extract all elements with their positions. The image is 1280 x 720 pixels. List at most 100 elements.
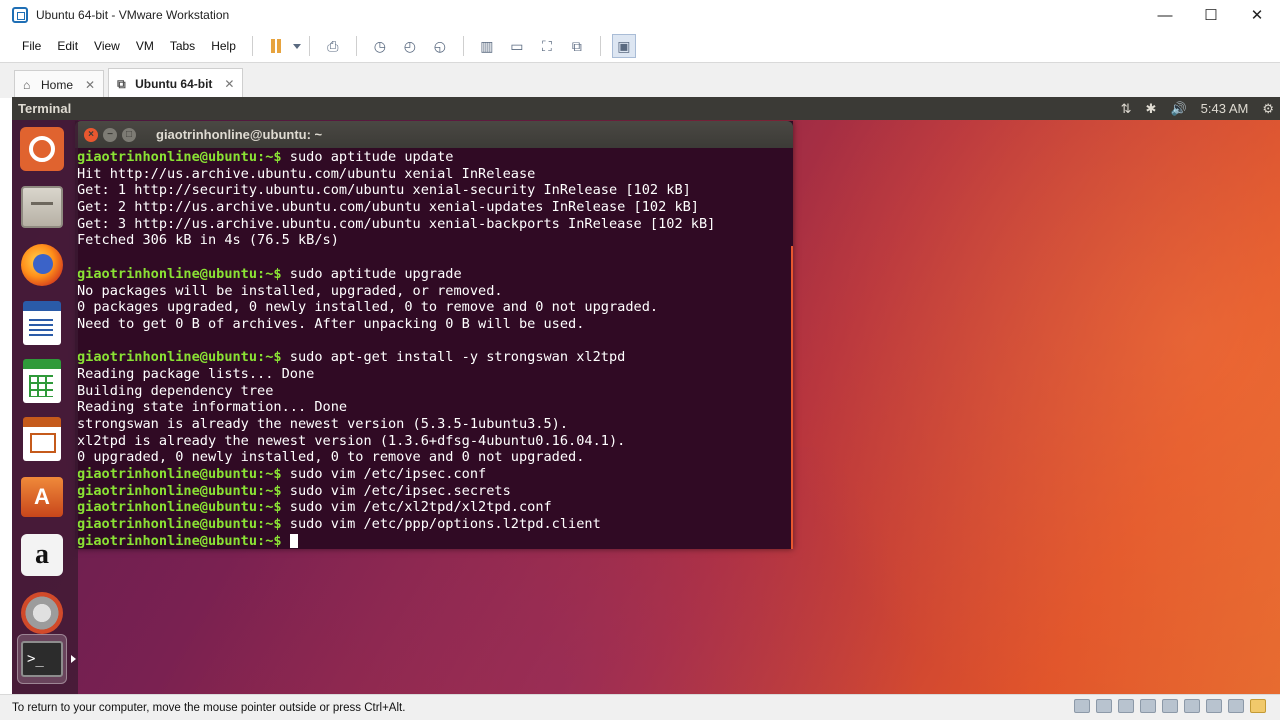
launcher-software[interactable]: A	[17, 472, 67, 522]
thumbnail-bar-button[interactable]: ▭	[505, 34, 529, 58]
shell-prompt: giaotrinhonline@ubuntu:~$	[77, 499, 282, 516]
panel-clock[interactable]: 5:43 AM	[1201, 101, 1249, 116]
libreoffice-impress-icon	[23, 417, 61, 461]
snapshot-manager-button[interactable]: ◵	[428, 34, 452, 58]
shell-command: sudo vim /etc/ppp/options.l2tpd.client	[281, 516, 601, 533]
status-hint: To return to your computer, move the mou…	[12, 701, 406, 714]
command-output: Fetched 306 kB in 4s (76.5 kB/s)	[77, 232, 339, 249]
terminal-line: 0 packages upgraded, 0 newly installed, …	[77, 299, 791, 316]
ubuntu-top-panel: Terminal ⇅ ✱ 🔊 5:43 AM ⚙	[12, 97, 1280, 120]
system-settings-icon	[21, 592, 63, 634]
tab-home-label: Home	[41, 77, 74, 92]
shell-prompt: giaotrinhonline@ubuntu:~$	[77, 349, 282, 366]
command-output: Need to get 0 B of archives. After unpac…	[77, 315, 585, 332]
menu-help[interactable]: Help	[203, 39, 244, 53]
snapshot-button[interactable]: ◷	[368, 34, 392, 58]
power-dropdown-icon[interactable]	[292, 43, 301, 49]
system-gear-icon[interactable]: ⚙	[1262, 101, 1274, 117]
usb-icon[interactable]	[1162, 699, 1178, 713]
shell-prompt: giaotrinhonline@ubuntu:~$	[77, 516, 282, 533]
library-button[interactable]: ▥	[475, 34, 499, 58]
hard-disk-icon[interactable]	[1074, 699, 1090, 713]
display-icon[interactable]	[1228, 699, 1244, 713]
minimize-button[interactable]: —	[1142, 0, 1188, 30]
power-pause-button[interactable]	[264, 34, 288, 58]
libreoffice-writer-icon	[23, 301, 61, 345]
terminal-line: Building dependency tree	[77, 383, 791, 400]
amazon-icon: a	[21, 534, 63, 576]
terminal-close-button[interactable]: ×	[84, 127, 98, 142]
libreoffice-calc-icon	[23, 359, 61, 403]
launcher-files[interactable]	[17, 182, 67, 232]
message-log-icon[interactable]	[1250, 699, 1266, 713]
command-output: Building dependency tree	[77, 382, 274, 399]
command-output: Get: 1 http://security.ubuntu.com/ubuntu…	[77, 182, 691, 199]
command-output: Reading state information... Done	[77, 399, 348, 416]
terminal-scrollbar[interactable]	[791, 246, 793, 549]
network-adapter-icon[interactable]	[1140, 699, 1156, 713]
send-ctrl-alt-del-button[interactable]: ⎙	[321, 34, 345, 58]
launcher-impress[interactable]	[17, 414, 67, 464]
launcher-calc[interactable]	[17, 356, 67, 406]
terminal-line: Reading package lists... Done	[77, 366, 791, 383]
terminal-window[interactable]: × − □ giaotrinhonline@ubuntu: ~ giaotrin…	[75, 121, 793, 549]
command-output: Get: 3 http://us.archive.ubuntu.com/ubun…	[77, 215, 716, 232]
terminal-line: Fetched 306 kB in 4s (76.5 kB/s)	[77, 232, 791, 249]
unity-button[interactable]: ⧉	[565, 34, 589, 58]
launcher-firefox[interactable]	[17, 240, 67, 290]
terminal-line: Get: 1 http://security.ubuntu.com/ubuntu…	[77, 182, 791, 199]
launcher-writer[interactable]	[17, 298, 67, 348]
tab-ubuntu-close-icon[interactable]: ✕	[224, 77, 234, 91]
terminal-line: Get: 2 http://us.archive.ubuntu.com/ubun…	[77, 199, 791, 216]
terminal-titlebar[interactable]: × − □ giaotrinhonline@ubuntu: ~	[75, 121, 793, 148]
printer-icon[interactable]	[1206, 699, 1222, 713]
floppy-icon[interactable]	[1118, 699, 1134, 713]
menu-view[interactable]: View	[86, 39, 128, 53]
launcher-terminal[interactable]: >_	[17, 634, 67, 684]
terminal-line: giaotrinhonline@ubuntu:~$ sudo aptitude …	[77, 266, 791, 283]
firefox-icon	[21, 244, 63, 286]
sound-card-icon[interactable]	[1184, 699, 1200, 713]
terminal-line: giaotrinhonline@ubuntu:~$ sudo vim /etc/…	[77, 483, 791, 500]
terminal-title: giaotrinhonline@ubuntu: ~	[156, 127, 323, 142]
terminal-line: No packages will be installed, upgraded,…	[77, 283, 791, 300]
ubuntu-desktop[interactable]: Terminal ⇅ ✱ 🔊 5:43 AM ⚙ A a >_ × − □ gi…	[12, 97, 1280, 694]
ubuntu-logo-icon	[20, 127, 64, 171]
terminal-line: 0 upgraded, 0 newly installed, 0 to remo…	[77, 449, 791, 466]
fullscreen-button[interactable]: ⛶	[535, 34, 559, 58]
close-button[interactable]: ✕	[1234, 0, 1280, 30]
maximize-button[interactable]: ☐	[1188, 0, 1234, 30]
console-view-button[interactable]: ▣	[611, 34, 636, 58]
terminal-line: giaotrinhonline@ubuntu:~$ sudo apt-get i…	[77, 349, 791, 366]
launcher-dash[interactable]	[17, 124, 67, 174]
vmware-app-icon	[12, 7, 28, 23]
revert-snapshot-button[interactable]: ◴	[398, 34, 422, 58]
launcher-amazon[interactable]: a	[17, 530, 67, 580]
network-icon[interactable]: ⇅	[1121, 101, 1132, 117]
cd-dvd-icon[interactable]	[1096, 699, 1112, 713]
command-output: Hit http://us.archive.ubuntu.com/ubuntu …	[77, 165, 536, 182]
window-title: Ubuntu 64-bit - VMware Workstation	[36, 8, 230, 22]
terminal-line: giaotrinhonline@ubuntu:~$ sudo vim /etc/…	[77, 516, 791, 533]
shell-command	[282, 533, 290, 548]
tab-home-close-icon[interactable]: ✕	[85, 78, 95, 92]
home-icon: ⌂	[23, 77, 31, 92]
shell-command: sudo vim /etc/xl2tpd/xl2tpd.conf	[281, 499, 552, 516]
terminal-maximize-button[interactable]: □	[122, 127, 136, 142]
launcher-settings[interactable]	[17, 588, 67, 638]
volume-icon[interactable]: 🔊	[1170, 101, 1186, 117]
menu-file[interactable]: File	[14, 39, 49, 53]
shell-prompt: giaotrinhonline@ubuntu:~$	[77, 265, 282, 282]
tab-home[interactable]: ⌂ Home ✕	[14, 70, 105, 98]
ubuntu-circle	[29, 136, 55, 162]
menu-edit[interactable]: Edit	[49, 39, 86, 53]
terminal-line: xl2tpd is already the newest version (1.…	[77, 433, 791, 450]
terminal-minimize-button[interactable]: −	[103, 127, 117, 142]
command-output: strongswan is already the newest version…	[77, 416, 569, 432]
menu-tabs[interactable]: Tabs	[162, 39, 203, 53]
terminal-output[interactable]: giaotrinhonline@ubuntu:~$ sudo aptitude …	[75, 148, 793, 548]
tab-ubuntu[interactable]: ⧉ Ubuntu 64-bit ✕	[108, 68, 244, 98]
toolbar-separator	[599, 36, 601, 56]
menu-vm[interactable]: VM	[128, 39, 162, 53]
bluetooth-icon[interactable]: ✱	[1146, 101, 1157, 117]
